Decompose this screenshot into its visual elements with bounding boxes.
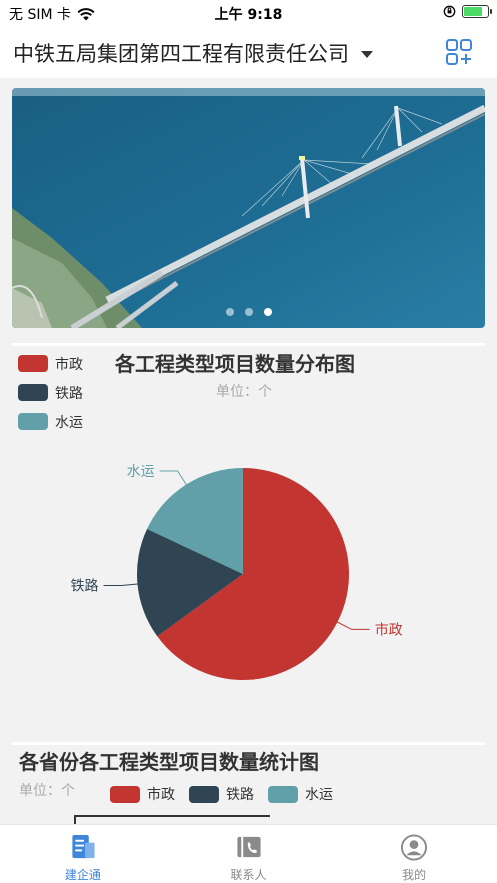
app-header: 中铁五局集团第四工程有限责任公司	[0, 26, 497, 78]
pie-slice-label: 市政	[375, 621, 403, 638]
carousel-dot-active[interactable]	[263, 308, 272, 316]
carousel-dot[interactable]	[225, 308, 234, 316]
legend-label: 铁路	[226, 787, 254, 803]
legend-label: 水运	[305, 787, 333, 803]
banner-carousel[interactable]	[12, 88, 485, 328]
pie-label-line	[159, 470, 187, 485]
carousel-dots	[12, 308, 485, 316]
legend-swatch	[110, 785, 140, 803]
pie-slice-label: 水运	[127, 464, 155, 480]
tab-bar: 建企通 联系人 我的	[0, 824, 497, 883]
status-bar: 无 SIM 卡 上午 9:18	[0, 0, 497, 26]
chart-axis	[74, 815, 270, 824]
contact-icon	[236, 836, 261, 858]
apps-grid-icon[interactable]	[445, 38, 473, 66]
company-name: 中铁五局集团第四工程有限责任公司	[13, 42, 349, 66]
battery-icon	[462, 5, 492, 18]
chart-legend: 市政 铁路 水运	[110, 784, 333, 804]
legend-label: 市政	[147, 787, 175, 803]
orientation-lock-icon	[443, 5, 456, 18]
tab-profile[interactable]: 我的	[331, 825, 497, 883]
legend-swatch	[268, 785, 298, 803]
pie-slice-label: 铁路	[71, 578, 99, 594]
chart-unit: 单位：个	[19, 783, 75, 799]
legend-swatch	[189, 785, 219, 803]
caret-down-icon	[361, 51, 373, 58]
pie-label-line	[103, 583, 138, 586]
status-time: 上午 9:18	[214, 7, 283, 23]
tab-label: 联系人	[230, 868, 267, 882]
chart-title: 各省份各工程类型项目数量统计图	[19, 750, 319, 774]
tab-contacts[interactable]: 联系人	[166, 825, 332, 883]
tab-label: 建企通	[64, 868, 101, 882]
tab-label: 我的	[402, 868, 427, 882]
pie-chart: 市政 铁路 水运	[71, 464, 403, 680]
banner-image	[12, 88, 485, 328]
province-chart-card: 各省份各工程类型项目数量统计图 单位：个 市政 铁路 水运	[0, 742, 497, 824]
legend-item-shuiyun[interactable]: 水运	[268, 784, 333, 804]
pie-label-line	[337, 621, 370, 630]
company-selector[interactable]: 中铁五局集团第四工程有限责任公司	[13, 38, 373, 68]
tab-jianqitong[interactable]: 建企通	[0, 825, 166, 883]
legend-item-shizheng[interactable]: 市政	[110, 784, 175, 804]
legend-item-tielu[interactable]: 铁路	[189, 784, 254, 804]
carousel-dot[interactable]	[244, 308, 253, 316]
doc-icon	[72, 834, 95, 859]
distribution-chart-card: 市政 铁路 水运 各工程类型项目数量分布图 单位：个 市政 铁路 水运	[12, 343, 485, 728]
profile-icon	[401, 834, 428, 861]
